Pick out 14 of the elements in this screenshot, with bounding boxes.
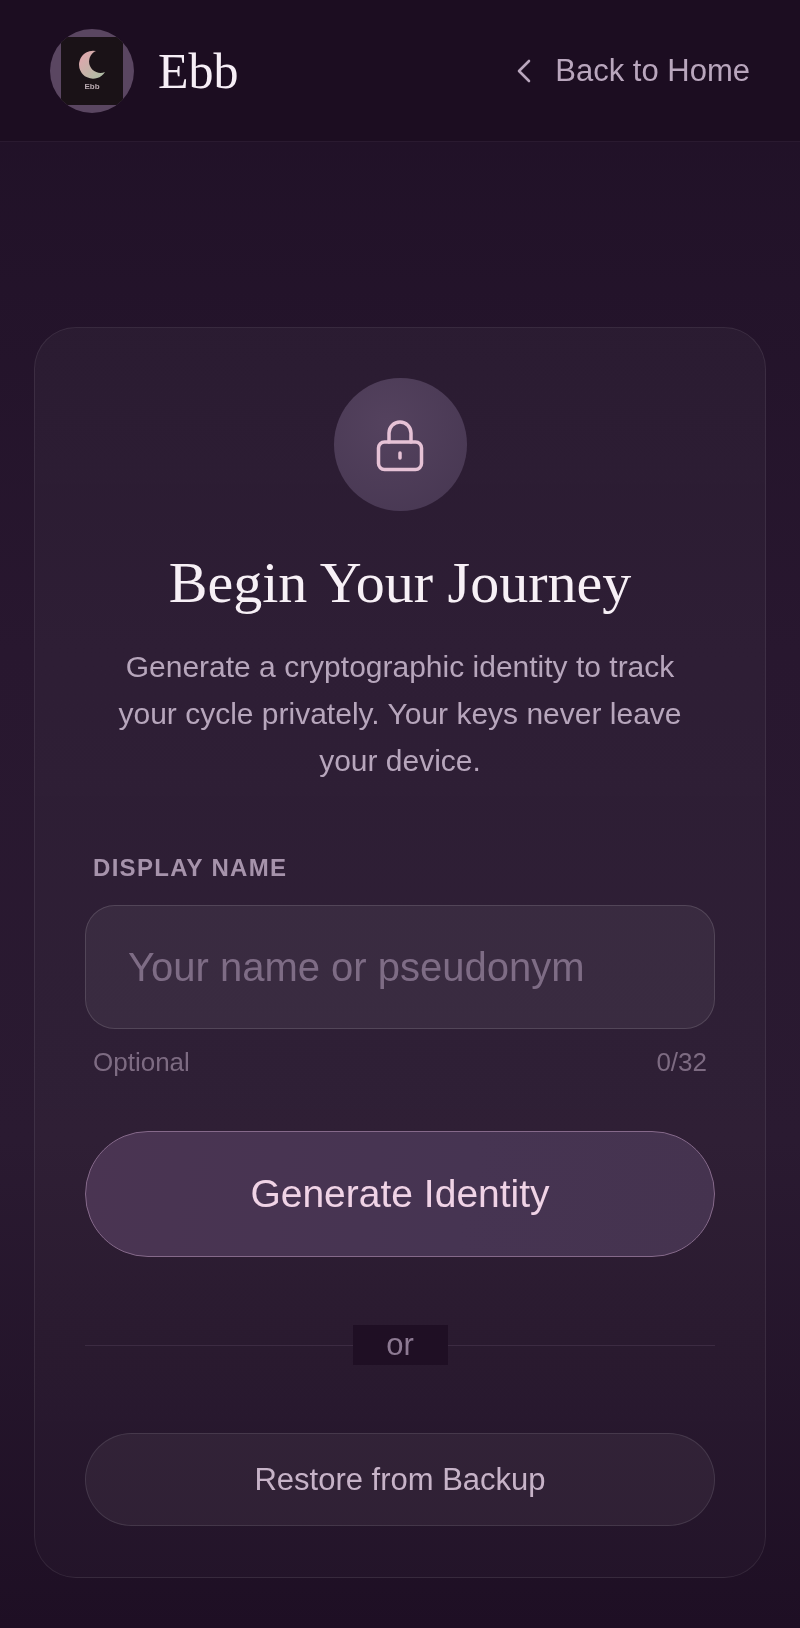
logo-caption: Ebb [84,81,100,92]
separator-label: or [352,1325,448,1365]
restore-button[interactable]: Restore from Backup [85,1433,715,1526]
moon-icon [78,49,106,80]
field-label: DISPLAY NAME [92,854,289,882]
back-link[interactable]: Back to Home [517,52,750,89]
card-description: Generate a cryptographic identity to track your cycle privately. Your keys never leave your device. [117,649,683,779]
chevron-left-icon [517,58,532,83]
character-counter: 0/32 [656,1048,707,1076]
field-hint: Optional [93,1048,190,1076]
generate-button[interactable]: Generate Identity [85,1131,715,1257]
brand-name: Ebb [158,45,239,96]
card-title: Begin Your Journey [167,551,633,615]
lock-icon [376,417,424,472]
